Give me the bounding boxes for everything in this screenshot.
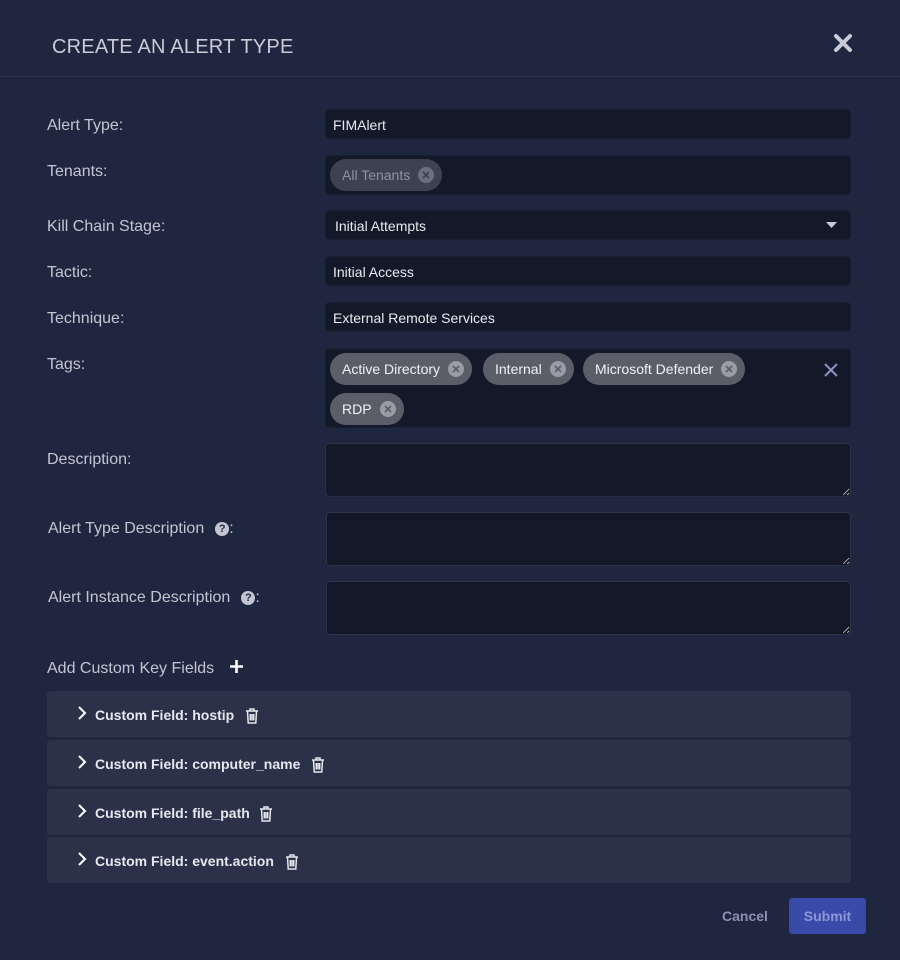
description-label: Description: xyxy=(47,451,132,468)
tag-chip: Internal xyxy=(483,353,574,385)
alert-type-label: Alert Type: xyxy=(47,117,124,134)
tags-label: Tags: xyxy=(47,356,86,373)
modal-title: CREATE AN ALERT TYPE xyxy=(52,36,294,58)
caret-down-icon xyxy=(826,222,837,228)
tags-row: Tags: Active Directory Internal Microsof… xyxy=(47,348,851,428)
label-suffix: : xyxy=(255,589,260,606)
remove-chip-icon[interactable] xyxy=(549,361,566,377)
alert-instance-description-label: Alert Instance Description?: xyxy=(48,589,260,607)
tag-chip-label: Active Directory xyxy=(342,361,441,377)
tactic-row: Tactic: Initial Access xyxy=(47,256,851,286)
alert-type-description-label: Alert Type Description?: xyxy=(48,520,234,538)
alert-type-input[interactable]: FIMAlert xyxy=(325,109,851,139)
custom-field-label: Custom Field: event.action xyxy=(95,853,274,869)
tag-chip-label: Internal xyxy=(495,361,542,377)
modal-header: CREATE AN ALERT TYPE xyxy=(0,0,900,77)
custom-field-label: Custom Field: computer_name xyxy=(95,756,301,772)
remove-chip-icon[interactable] xyxy=(721,361,738,377)
alert-type-value: FIMAlert xyxy=(333,117,386,133)
technique-value: External Remote Services xyxy=(333,310,495,326)
alert-type-description-row: Alert Type Description?: xyxy=(47,512,851,566)
chevron-right-icon xyxy=(78,852,87,866)
alert-instance-description-textarea[interactable] xyxy=(326,581,851,635)
remove-chip-icon[interactable] xyxy=(448,361,465,377)
remove-chip-icon[interactable] xyxy=(379,401,396,417)
plus-icon[interactable] xyxy=(230,660,243,673)
tenants-select[interactable]: All Tenants xyxy=(325,155,851,195)
tag-chip: Microsoft Defender xyxy=(583,353,746,385)
technique-input[interactable]: External Remote Services xyxy=(325,302,851,332)
description-textarea[interactable] xyxy=(325,443,851,497)
custom-field-item[interactable]: Custom Field: event.action xyxy=(47,837,851,883)
tag-chip-label: RDP xyxy=(342,401,372,417)
close-button[interactable] xyxy=(832,32,854,54)
alert-instance-description-row: Alert Instance Description?: xyxy=(47,581,851,635)
tactic-label: Tactic: xyxy=(47,264,93,281)
technique-label: Technique: xyxy=(47,310,125,327)
description-row: Description: xyxy=(47,443,851,497)
close-icon xyxy=(834,34,852,52)
clear-all-icon[interactable] xyxy=(824,363,838,377)
kill-chain-value: Initial Attempts xyxy=(335,218,427,234)
custom-field-label: Custom Field: hostip xyxy=(95,707,235,723)
remove-chip-icon xyxy=(418,167,435,183)
custom-field-item[interactable]: Custom Field: computer_name xyxy=(47,740,851,786)
submit-button[interactable]: Submit xyxy=(789,898,866,934)
custom-field-item[interactable]: Custom Field: hostip xyxy=(47,691,851,737)
tactic-value: Initial Access xyxy=(333,264,414,280)
alert-type-description-text: Alert Type Description xyxy=(48,520,205,537)
create-alert-type-modal: CREATE AN ALERT TYPE Alert Type: FIMAler… xyxy=(0,0,900,960)
cancel-button[interactable]: Cancel xyxy=(722,908,768,924)
label-suffix: : xyxy=(229,520,234,537)
tenant-chip-label: All Tenants xyxy=(342,167,411,183)
tag-chip: RDP xyxy=(330,393,404,425)
trash-icon[interactable] xyxy=(245,708,259,724)
tags-select[interactable]: Active Directory Internal Microsoft Defe… xyxy=(325,348,851,428)
technique-row: Technique: External Remote Services xyxy=(47,302,851,332)
chevron-right-icon xyxy=(78,706,87,720)
help-icon[interactable]: ? xyxy=(215,522,230,536)
help-icon[interactable]: ? xyxy=(241,591,256,605)
trash-icon[interactable] xyxy=(259,806,273,822)
chevron-right-icon xyxy=(78,804,87,818)
alert-type-row: Alert Type: FIMAlert xyxy=(47,109,851,139)
tag-chip: Active Directory xyxy=(330,353,473,385)
add-custom-fields-label: Add Custom Key Fields xyxy=(47,660,215,677)
kill-chain-select[interactable]: Initial Attempts xyxy=(325,210,851,240)
kill-chain-label: Kill Chain Stage: xyxy=(47,218,166,235)
tag-chip-label: Microsoft Defender xyxy=(595,361,714,377)
chevron-right-icon xyxy=(78,755,87,769)
alert-type-description-textarea[interactable] xyxy=(326,512,851,566)
alert-instance-description-text: Alert Instance Description xyxy=(48,589,231,606)
custom-field-label: Custom Field: file_path xyxy=(95,805,250,821)
kill-chain-row: Kill Chain Stage: Initial Attempts xyxy=(47,210,851,240)
custom-field-item[interactable]: Custom Field: file_path xyxy=(47,789,851,835)
tactic-input[interactable]: Initial Access xyxy=(325,256,851,286)
trash-icon[interactable] xyxy=(311,757,325,773)
tenants-label: Tenants: xyxy=(47,163,108,180)
tenant-chip: All Tenants xyxy=(330,159,443,191)
tenants-row: Tenants: All Tenants xyxy=(47,155,851,195)
trash-icon[interactable] xyxy=(285,854,299,870)
add-custom-fields-row: Add Custom Key Fields xyxy=(47,659,851,679)
